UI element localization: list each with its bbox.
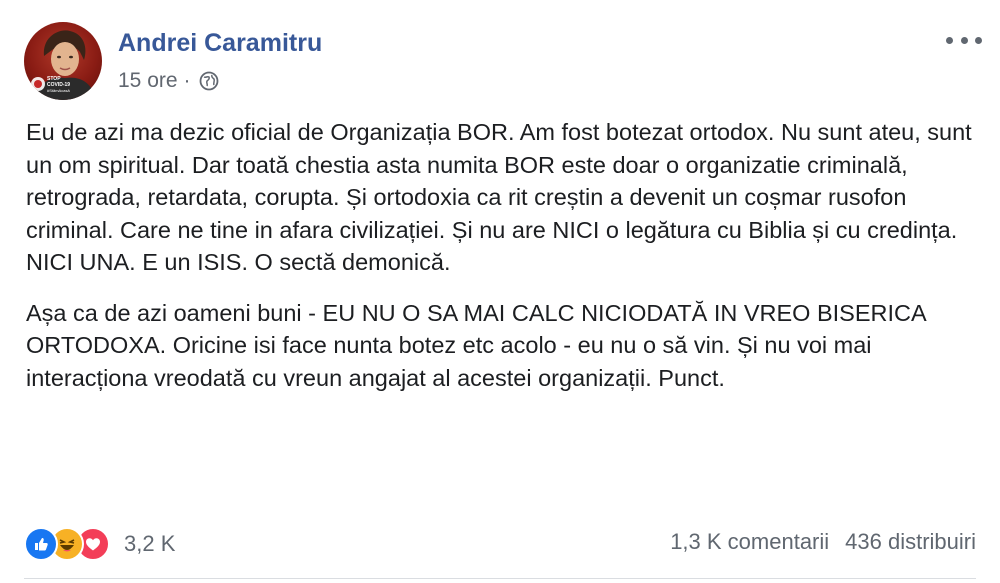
meta-separator: · xyxy=(183,69,191,92)
globe-icon[interactable] xyxy=(199,71,219,91)
post-body: Eu de azi ma dezic oficial de Organizați… xyxy=(26,116,976,412)
shares-count[interactable]: 436 distribuiri xyxy=(845,529,976,555)
post-meta: 15 ore · xyxy=(118,68,219,94)
facebook-post: STOP COVID-19 #StămAcasă Andrei Caramitr… xyxy=(0,0,1000,583)
comments-count[interactable]: 1,3 K comentarii xyxy=(670,529,829,555)
divider xyxy=(24,578,976,579)
more-options-icon[interactable] xyxy=(946,30,982,50)
reactions-count[interactable]: 3,2 K xyxy=(124,531,175,557)
reactions-summary[interactable]: 3,2 K xyxy=(24,526,175,562)
avatar-image: STOP COVID-19 #StămAcasă xyxy=(31,30,96,100)
badge-line3: #StămAcasă xyxy=(47,88,70,93)
post-time[interactable]: 15 ore xyxy=(118,69,178,93)
author-name[interactable]: Andrei Caramitru xyxy=(118,29,322,58)
like-icon xyxy=(24,527,58,561)
post-paragraph: Așa ca de azi oameni buni - EU NU O SA M… xyxy=(26,299,926,391)
post-paragraph: Eu de azi ma dezic oficial de Organizați… xyxy=(26,119,972,275)
avatar[interactable]: STOP COVID-19 #StămAcasă xyxy=(24,22,102,100)
post-stats: 1,3 K comentarii 436 distribuiri xyxy=(670,529,976,555)
